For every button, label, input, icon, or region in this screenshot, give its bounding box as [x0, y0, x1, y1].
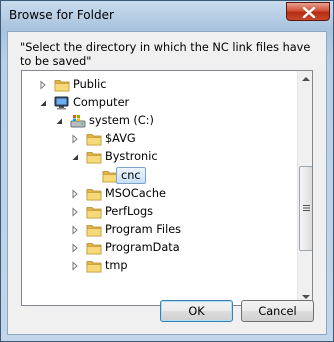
- collapsed-arrow-icon[interactable]: [70, 261, 80, 271]
- folder-icon: [86, 240, 102, 256]
- tree-item-label: Bystronic: [105, 150, 158, 164]
- tree-item[interactable]: Public: [22, 76, 297, 94]
- folder-icon: [86, 149, 102, 165]
- tree-item-label: ProgramData: [105, 240, 180, 254]
- folder-icon: [86, 186, 102, 202]
- tree-item-label: cnc: [116, 166, 146, 184]
- tree-item-label: Computer: [73, 96, 130, 110]
- tree-item-label: Program Files: [105, 222, 182, 236]
- expanded-arrow-icon[interactable]: [54, 116, 64, 126]
- tree-item[interactable]: Bystronic: [22, 148, 297, 166]
- close-icon: [302, 7, 316, 18]
- tree-item-label: PerfLogs: [105, 204, 154, 218]
- vertical-scrollbar[interactable]: [297, 71, 312, 305]
- tree-item-label: MSOCache: [105, 186, 166, 200]
- computer-icon: [54, 95, 70, 111]
- collapsed-arrow-icon[interactable]: [70, 188, 80, 199]
- cancel-button[interactable]: Cancel: [241, 300, 314, 322]
- collapsed-arrow-icon[interactable]: [70, 134, 80, 144]
- window-title: Browse for Folder: [9, 8, 114, 22]
- tree-item[interactable]: tmp: [22, 257, 297, 275]
- tree-item-label: system (C:): [89, 114, 154, 128]
- tree-item-label: tmp: [105, 259, 128, 272]
- folder-icon: [86, 222, 102, 238]
- tree-item[interactable]: system (C:): [22, 112, 297, 130]
- folder-icon: [86, 204, 102, 220]
- tree-item[interactable]: PerfLogs: [22, 203, 297, 221]
- drive-icon: [70, 113, 86, 129]
- collapsed-arrow-icon[interactable]: [70, 243, 80, 253]
- expanded-arrow-icon[interactable]: [70, 152, 80, 162]
- folder-tree[interactable]: Public Computer system (C:) $AVG Bystronic cn…: [21, 70, 313, 306]
- dialog-body: "Select the directory in which the NC li…: [7, 31, 327, 335]
- tree-item[interactable]: cnc: [22, 166, 297, 185]
- collapsed-arrow-icon[interactable]: [70, 207, 80, 217]
- folder-icon: [54, 77, 70, 93]
- tree-item[interactable]: $AVG: [22, 130, 297, 148]
- close-button[interactable]: [286, 2, 330, 21]
- arrow-up-icon: [302, 77, 310, 81]
- tree-item-label: $AVG: [105, 132, 136, 146]
- ok-button[interactable]: OK: [160, 300, 233, 322]
- grip-icon: [303, 205, 310, 211]
- tree-item-label: Public: [73, 78, 107, 91]
- tree-item[interactable]: ProgramData: [22, 239, 297, 257]
- collapsed-arrow-icon[interactable]: [70, 225, 80, 235]
- instruction-text: "Select the directory in which the NC li…: [20, 41, 311, 68]
- folder-icon: [86, 131, 102, 147]
- tree-item[interactable]: Program Files: [22, 221, 297, 239]
- title-bar[interactable]: Browse for Folder: [1, 1, 333, 29]
- browse-for-folder-dialog: Browse for Folder "Select the directory …: [0, 0, 334, 342]
- folder-icon: [86, 258, 102, 274]
- collapsed-arrow-icon[interactable]: [38, 80, 48, 90]
- tree-item[interactable]: Computer: [22, 94, 297, 112]
- scroll-thumb[interactable]: [299, 166, 312, 251]
- tree-item[interactable]: MSOCache: [22, 185, 297, 203]
- expanded-arrow-icon[interactable]: [38, 98, 48, 108]
- scroll-up-button[interactable]: [298, 71, 312, 88]
